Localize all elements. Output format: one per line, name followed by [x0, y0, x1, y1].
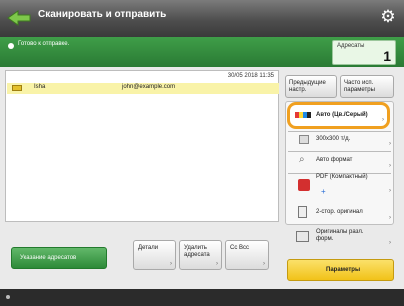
chevron-right-icon: › [389, 240, 391, 246]
color-mode-label: Авто (Цв./Серый) [316, 112, 368, 118]
email-icon [12, 85, 22, 91]
delete-destination-button[interactable]: Удалить адресата › [179, 240, 222, 270]
details-button[interactable]: Детали › [133, 240, 176, 270]
destination-email: john@example.com [122, 84, 176, 90]
chevron-right-icon: › [389, 188, 391, 194]
two-sided-label: 2-стор. оригинал [316, 209, 363, 215]
previous-settings-button[interactable]: Предыдущие настр. [285, 75, 337, 98]
details-button-label: Детали [138, 245, 159, 251]
list-item[interactable]: Isha john@example.com [7, 83, 279, 94]
destination-counter: Адресаты 1 [332, 40, 396, 65]
mixed-originals-icon [296, 231, 309, 242]
address-book-button-label: Указание адресатов [20, 255, 77, 261]
pdf-icon [298, 179, 310, 191]
chevron-right-icon: › [389, 141, 391, 147]
frequently-used-button[interactable]: Часто исп. параметры [340, 75, 394, 98]
indicator-icon [6, 295, 10, 299]
destination-count: 1 [383, 48, 391, 64]
resolution-icon [299, 135, 309, 144]
chevron-right-icon: › [382, 117, 384, 123]
cc-bcc-label: Cc Bcc [230, 245, 250, 251]
status-text: Готово к отправке. [18, 41, 70, 47]
address-book-button[interactable]: Указание адресатов [11, 247, 107, 269]
plus-icon: + [321, 187, 326, 196]
color-mode-icon [295, 112, 311, 118]
chevron-right-icon: › [170, 261, 172, 267]
magnifier-icon: ⌕ [299, 154, 305, 165]
original-size-button[interactable]: ⌕ Авто формат › [285, 151, 394, 171]
chevron-right-icon: › [389, 163, 391, 169]
resolution-label: 300x300 т/д. [316, 136, 351, 142]
options-button[interactable]: Параметры [287, 259, 394, 281]
file-format-label: PDF (Компактный) [316, 174, 368, 180]
destination-counter-label: Адресаты [337, 43, 365, 49]
chevron-right-icon: › [263, 261, 265, 267]
frequently-used-label: Часто исп. параметры [344, 80, 375, 93]
previous-settings-label: Предыдущие настр. [289, 80, 326, 93]
gear-icon[interactable]: ⚙ [378, 7, 398, 27]
two-sided-button[interactable]: 2-стор. оригинал › [285, 203, 394, 223]
page-title: Сканировать и отправить [38, 9, 167, 20]
status-icon [8, 43, 14, 49]
original-size-label: Авто формат [316, 157, 353, 163]
file-format-button[interactable]: PDF (Компактный) + › [285, 172, 394, 196]
chevron-right-icon: › [389, 215, 391, 221]
options-button-label: Параметры [326, 267, 361, 273]
destination-list[interactable]: 30/05 2018 11:35 Isha john@example.com [5, 70, 279, 222]
back-arrow-icon[interactable] [6, 8, 32, 28]
resolution-button[interactable]: 300x300 т/д. › [285, 131, 394, 149]
color-mode-button[interactable]: Авто (Цв./Серый) › [285, 102, 394, 129]
destination-name: Isha [34, 84, 46, 90]
mixed-size-label: Оригиналы разл. форм. [316, 229, 364, 242]
mixed-size-button[interactable]: Оригиналы разл. форм. › [285, 226, 394, 248]
two-sided-icon [298, 206, 307, 218]
delete-destination-label: Удалить адресата [184, 245, 210, 258]
chevron-right-icon: › [216, 261, 218, 267]
cc-bcc-button[interactable]: Cc Bcc › [225, 240, 269, 270]
bottom-bar [0, 289, 404, 306]
list-timestamp: 30/05 2018 11:35 [227, 73, 274, 79]
title-bar: Сканировать и отправить ⚙ [0, 0, 404, 37]
